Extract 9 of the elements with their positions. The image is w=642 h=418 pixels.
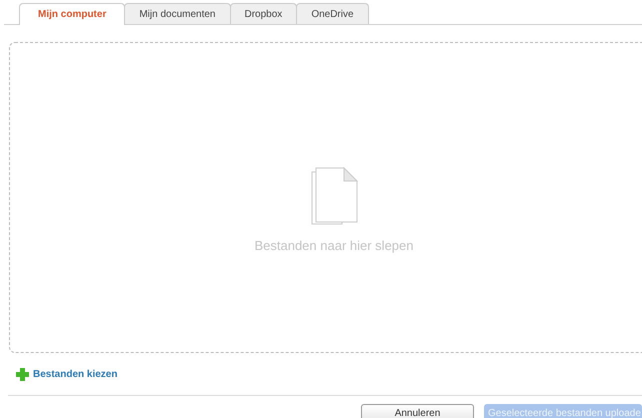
choose-files-link[interactable]: Bestanden kiezen [16,367,642,382]
drop-hint: Bestanden naar hier slepen [254,237,414,255]
tab[interactable]: OneDrive [296,3,369,24]
tab[interactable]: Mijn computer [19,3,126,25]
cancel-button[interactable]: Annuleren [361,404,474,418]
document-icon [309,166,359,226]
tab[interactable]: Dropbox [230,3,298,24]
tab[interactable]: Mijn documenten [124,3,230,24]
plus-icon [16,368,29,381]
